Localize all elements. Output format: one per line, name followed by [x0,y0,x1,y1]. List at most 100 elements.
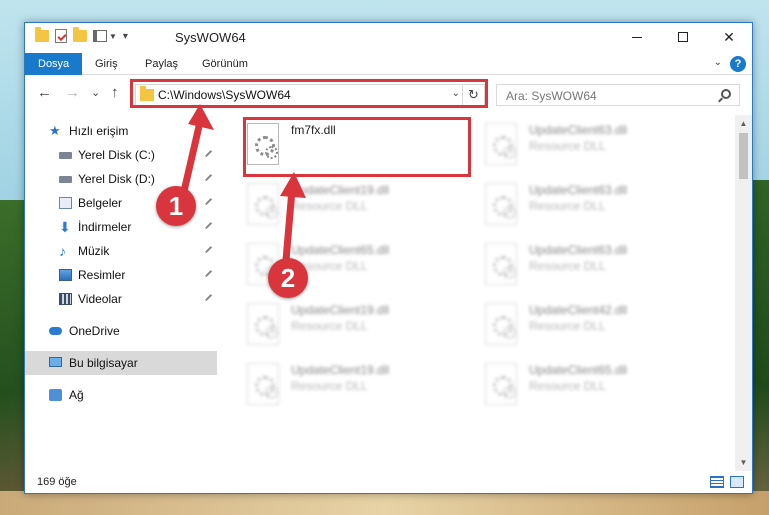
help-button[interactable]: ? [730,56,746,72]
file-type: Resource DLL [291,319,368,333]
file-name: UpdateClient19.dll [291,363,390,377]
quick-access-toolbar: ▼ ▾ [35,27,128,43]
title-bar: ▼ ▾ SysWOW64 ✕ [25,23,752,53]
folder-icon [35,27,49,42]
dll-file-icon [485,363,517,405]
file-name: UpdateClient42.dll [529,303,628,317]
pin-icon[interactable] [205,222,215,232]
tab-paylas[interactable]: Paylaş [135,53,188,75]
videos-icon [59,293,72,305]
sidebar-item-this-pc[interactable]: Bu bilgisayar [25,351,217,375]
new-folder-icon[interactable] [73,27,87,42]
sidebar-item-label: Hızlı erişim [69,124,129,138]
sidebar-item-network[interactable]: Ağ [25,383,217,407]
close-button[interactable]: ✕ [706,23,752,51]
vertical-scrollbar[interactable]: ▲ ▼ [735,115,752,471]
properties-icon[interactable] [55,29,67,43]
up-button[interactable]: ↑ [111,84,119,101]
address-dropdown-icon[interactable]: ⌄ [452,88,460,99]
file-tile[interactable]: UpdateClient63.dll Resource DLL [479,117,699,173]
file-tile[interactable]: UpdateClient19.dll Resource DLL [241,177,461,233]
window-controls: ✕ [614,23,752,51]
file-type: Resource DLL [529,259,606,273]
pictures-icon [59,269,72,281]
minimize-icon [632,36,642,38]
sidebar-item-local-disk-d[interactable]: Yerel Disk (D:) [25,167,217,191]
folder-icon [140,86,154,101]
pin-icon[interactable] [205,246,215,256]
scroll-down-icon[interactable]: ▼ [735,454,752,471]
file-name: UpdateClient63.dll [529,243,628,257]
sidebar-item-label: OneDrive [69,324,120,338]
item-count: 169 öğe [37,476,77,488]
dll-file-icon [485,243,517,285]
dll-file-icon [485,183,517,225]
scroll-up-icon[interactable]: ▲ [735,115,752,132]
chevron-down-icon[interactable]: ▼ [109,32,117,41]
file-tile[interactable]: UpdateClient63.dll Resource DLL [479,177,699,233]
minimize-button[interactable] [614,23,660,51]
file-list: fm7fx.dll UpdateClient63.dll Resource DL… [241,115,735,467]
sidebar-item-pictures[interactable]: Resimler [25,263,217,287]
file-type: Resource DLL [529,139,606,153]
onedrive-icon [49,327,62,335]
file-type: Resource DLL [529,379,606,393]
back-button[interactable]: ← [37,84,52,101]
tab-dosya[interactable]: Dosya [25,53,83,75]
callout-badge-1: 1 [156,186,196,226]
refresh-button[interactable]: ↻ [462,85,484,105]
documents-icon [59,197,72,209]
pin-icon[interactable] [205,174,215,184]
large-icons-view-icon[interactable] [730,476,744,488]
pin-icon[interactable] [205,294,215,304]
network-icon [49,389,62,401]
status-bar: 169 öğe [25,471,752,493]
view-icon[interactable] [93,30,107,42]
file-name: UpdateClient63.dll [529,183,628,197]
search-input[interactable]: Ara: SysWOW64 [506,89,597,103]
dll-file-icon [247,363,279,405]
recent-locations-button[interactable]: ⌄ [91,86,100,99]
customize-toolbar-icon[interactable]: ▾ [123,31,128,42]
scrollbar-thumb[interactable] [739,133,748,179]
details-view-icon[interactable] [710,476,724,488]
maximize-button[interactable] [660,23,706,51]
pin-icon[interactable] [205,150,215,160]
sidebar-item-quick-access[interactable]: ★ Hızlı erişim [25,119,217,143]
sidebar-item-label: Ağ [69,388,84,402]
dll-file-icon [247,183,279,225]
window-title: SysWOW64 [175,30,246,45]
file-type: Resource DLL [291,379,368,393]
file-name: UpdateClient19.dll [291,183,390,197]
file-type: Resource DLL [291,199,368,213]
desktop-background-sand [0,491,769,515]
music-icon: ♪ [59,243,66,259]
tab-gorunum[interactable]: Görünüm [192,53,258,75]
address-path[interactable]: C:\Windows\SysWOW64 [158,88,291,102]
close-icon: ✕ [723,28,735,45]
search-box[interactable]: Ara: SysWOW64 [496,84,740,106]
sidebar-item-videos[interactable]: Videolar [25,287,217,311]
file-tile[interactable]: UpdateClient42.dll Resource DLL [479,297,699,353]
callout-badge-2: 2 [268,258,308,298]
maximize-icon [678,32,688,42]
sidebar-item-label: İndirmeler [78,220,132,234]
sidebar-item-local-disk-c[interactable]: Yerel Disk (C:) [25,143,217,167]
expand-ribbon-icon[interactable]: ⌄ [714,57,722,68]
sidebar-item-music[interactable]: ♪ Müzik [25,239,217,263]
dll-file-icon [485,123,517,165]
pin-icon[interactable] [205,270,215,280]
file-tile[interactable]: UpdateClient19.dll Resource DLL [241,357,461,413]
dll-file-icon [485,303,517,345]
file-tile[interactable]: UpdateClient63.dll Resource DLL [479,237,699,293]
address-bar[interactable]: C:\Windows\SysWOW64 ⌄ ↻ [135,84,485,106]
forward-button[interactable]: → [65,84,80,101]
tab-giris[interactable]: Giriş [85,53,128,75]
file-tile[interactable]: UpdateClient19.dll Resource DLL [241,297,461,353]
pin-icon[interactable] [205,198,215,208]
navigation-pane: ★ Hızlı erişim Yerel Disk (C:) Yerel Dis… [25,115,217,467]
file-tile-fm7fx[interactable]: fm7fx.dll [241,117,461,173]
search-icon[interactable] [721,89,731,99]
sidebar-item-onedrive[interactable]: OneDrive [25,319,217,343]
file-tile[interactable]: UpdateClient65.dll Resource DLL [479,357,699,413]
